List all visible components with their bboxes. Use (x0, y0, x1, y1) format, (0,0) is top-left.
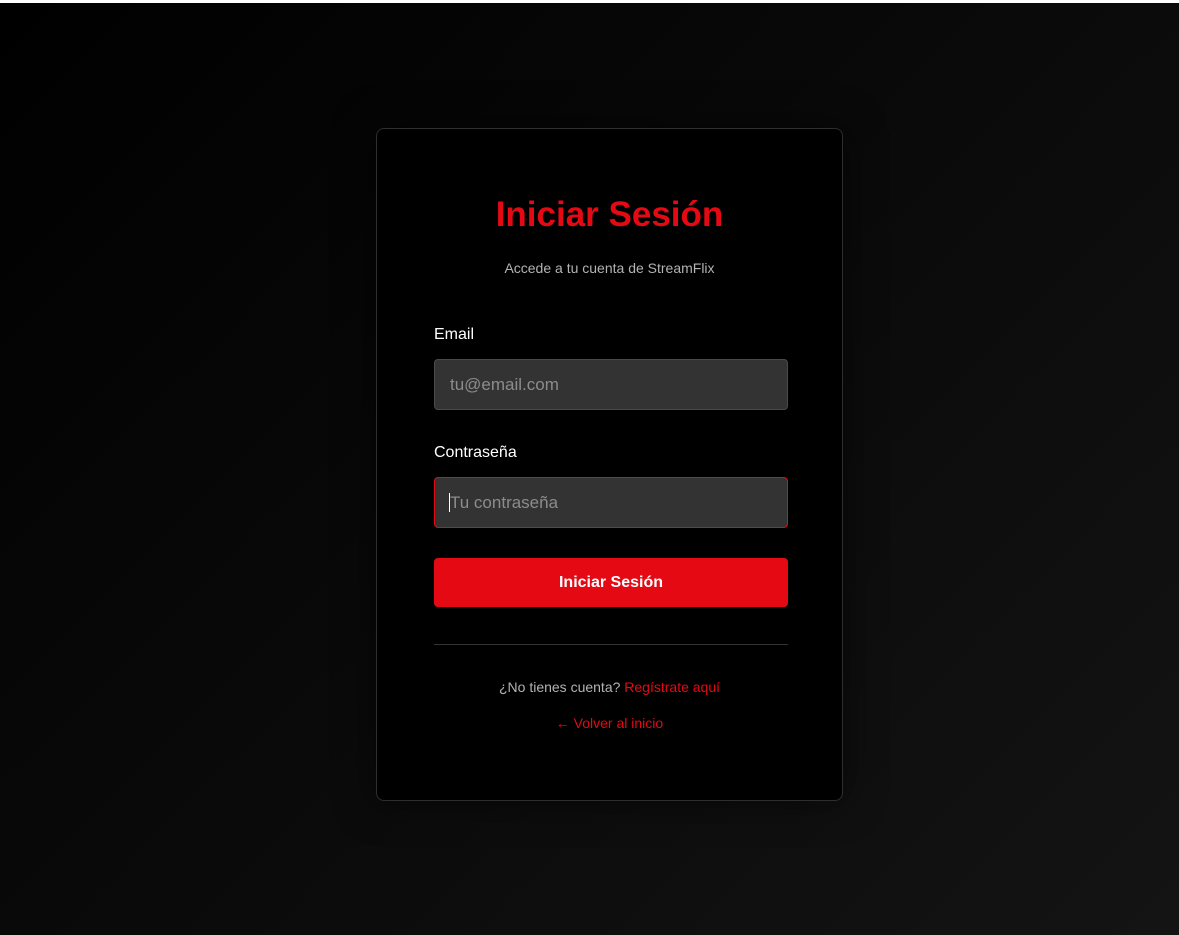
signup-prompt: ¿No tienes cuenta? Regístrate aquí (377, 678, 842, 696)
login-submit-button[interactable]: Iniciar Sesión (434, 558, 788, 607)
password-label: Contraseña (434, 444, 517, 461)
password-input[interactable] (434, 477, 788, 528)
page-subtitle: Accede a tu cuenta de StreamFlix (504, 260, 715, 276)
back-home-link[interactable]: ← Volver al inicio (556, 715, 663, 731)
top-edge-strip (0, 0, 1179, 3)
divider (434, 644, 788, 645)
register-link[interactable]: Regístrate aquí (624, 679, 720, 695)
login-card: Iniciar Sesión Accede a tu cuenta de Str… (376, 128, 843, 801)
back-home-row: ← Volver al inicio (377, 714, 842, 732)
email-input[interactable] (434, 359, 788, 410)
text-caret (449, 493, 450, 512)
email-label: Email (434, 326, 475, 343)
no-account-text: ¿No tienes cuenta? (498, 679, 621, 695)
page-title: Iniciar Sesión (495, 195, 724, 234)
